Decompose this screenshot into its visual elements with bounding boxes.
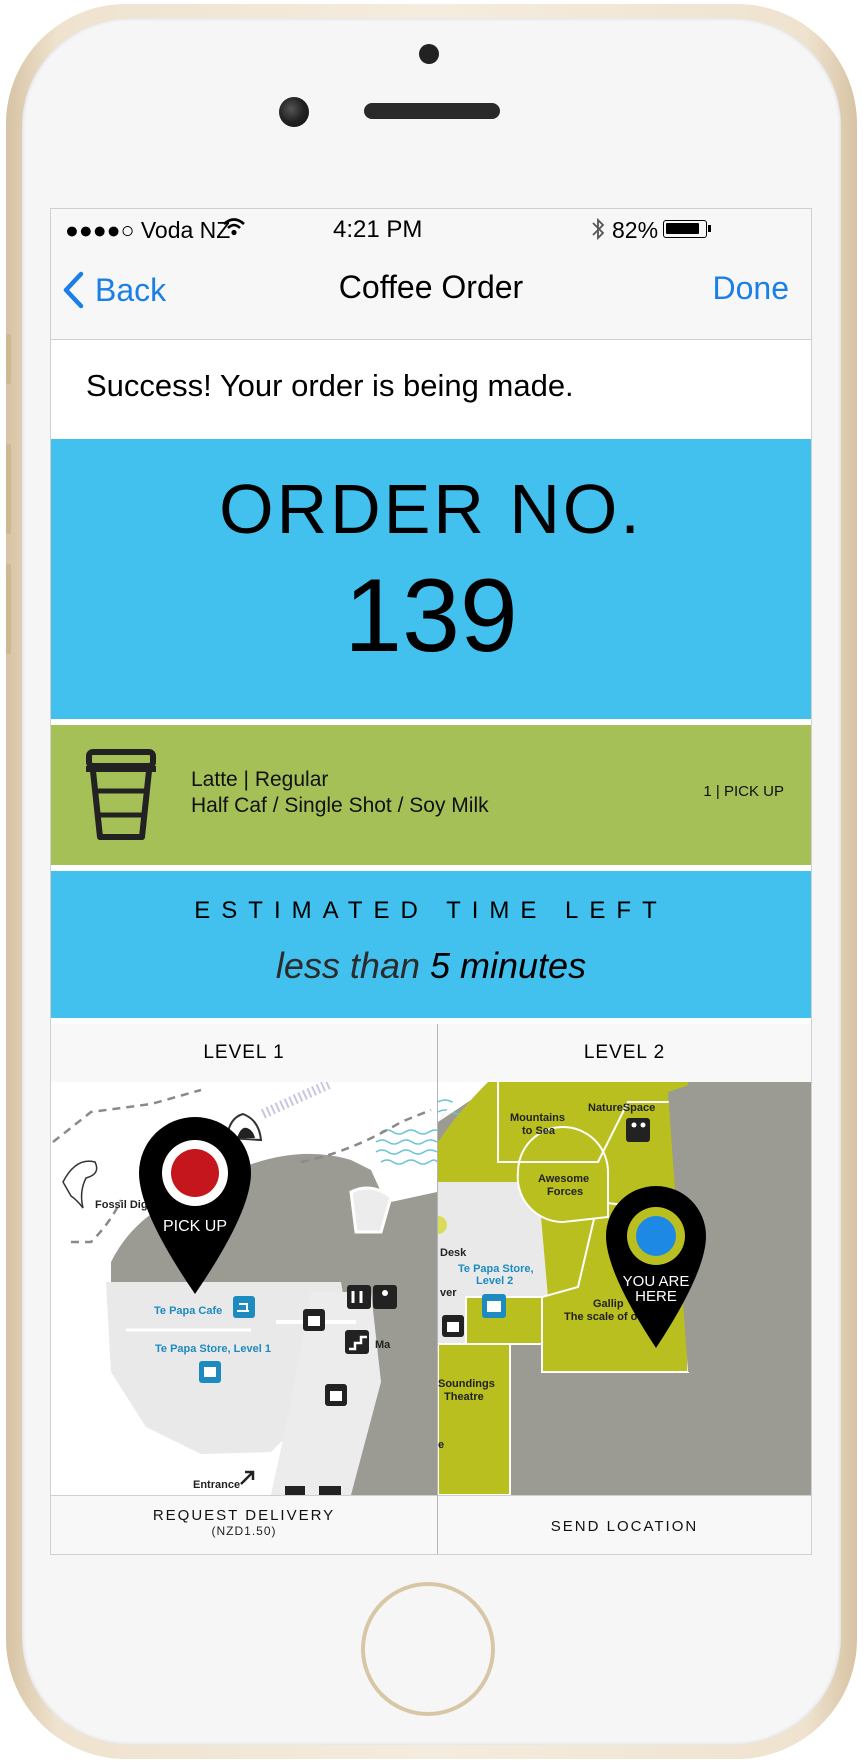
send-location-label: SEND LOCATION [550,1517,699,1535]
map-label-scale: The scale of o [564,1311,638,1323]
eta-label: ESTIMATED TIME LEFT [194,897,668,924]
action-divider [437,1495,438,1554]
baby-change-icon [373,1285,397,1309]
order-number: 139 [344,558,518,674]
eta-value: 5 minutes [430,945,587,986]
map-label-cafe: Te Papa Cafe [154,1305,222,1317]
level-2-map[interactable]: Mountains to Sea NatureSpace Awesome For… [438,1082,811,1495]
success-banner: Success! Your order is being made. [51,340,811,439]
navigation-bar: Back Coffee Order Done [51,249,811,340]
proximity-sensor [419,44,439,64]
wifi-icon [223,218,245,236]
level-tabs: LEVEL 1 LEVEL 2 [51,1024,811,1083]
success-message: Success! Your order is being made. [86,368,574,403]
delivery-price: (NZD1.50) [211,1524,277,1538]
side-button [6,444,11,534]
earpiece-speaker [364,103,500,119]
map-label-theatre: Theatre [444,1391,484,1403]
map-divider [437,1082,438,1495]
pickup-pin-label: PICK UP [163,1218,227,1235]
map-label-store-l1: Te Papa Store, Level 1 [155,1343,271,1355]
coffee-cup-icon [86,749,156,840]
tab-level-1[interactable]: LEVEL 1 [51,1024,437,1082]
status-bar: ●●●●○ Voda NZ 4:21 PM 82% [51,209,811,249]
eta-value-line: less than 5 minutes [51,945,811,987]
eta-panel: ESTIMATED TIME LEFT less than 5 minutes [51,871,811,1018]
map-label-ver: ver [440,1287,457,1299]
battery-icon [663,220,711,238]
battery-percent: 82% [612,217,659,243]
carrier-label: ●●●●○ Voda NZ [65,217,231,243]
level-1-map[interactable]: Fossil Dig Ca Te Papa Cafe Te Papa Store… [51,1082,437,1495]
cafe-icon [233,1296,255,1318]
order-label: ORDER NO. [219,470,643,548]
tab-level-1-label: LEVEL 1 [203,1042,285,1063]
eta-prefix: less than [275,945,430,986]
page-title: Coffee Order [338,269,524,305]
action-bar: REQUEST DELIVERY (NZD1.50) SEND LOCATION [51,1495,811,1554]
tab-level-2[interactable]: LEVEL 2 [438,1024,811,1082]
toilets-icon [347,1285,371,1309]
map-label-desk: Desk [440,1247,467,1259]
order-number-panel: ORDER NO. 139 [51,439,811,719]
request-delivery-button[interactable]: REQUEST DELIVERY (NZD1.50) [51,1496,437,1554]
museum-map: Fossil Dig Ca Te Papa Cafe Te Papa Store… [51,1082,811,1495]
map-label-e: e [438,1439,444,1451]
front-camera-icon [279,97,309,127]
map-label-naturespace: NatureSpace [588,1102,655,1114]
request-delivery-label: REQUEST DELIVERY [152,1507,336,1524]
map-label-store-l2-line1: Te Papa Store, [458,1263,534,1275]
tab-divider [437,1024,438,1082]
item-options: Half Caf / Single Shot / Soy Milk [191,794,489,817]
side-button [6,564,11,654]
map-label-gallipoli: Gallip [593,1298,624,1310]
map-label-fossil: Fossil Dig [95,1199,148,1211]
map-label-to-sea: to Sea [522,1125,556,1137]
family-icon [626,1118,650,1142]
home-button[interactable] [361,1582,495,1716]
map-label-entrance: Entrance [193,1479,240,1491]
bluetooth-icon [592,217,605,241]
map-label-soundings: Soundings [438,1378,495,1390]
tab-level-2-label: LEVEL 2 [583,1042,666,1063]
clock: 4:21 PM [333,216,423,243]
map-label-forces: Forces [547,1186,583,1198]
side-button [6,334,11,384]
map-label-awesome: Awesome [538,1173,589,1185]
app-screen: ●●●●○ Voda NZ 4:21 PM 82% Back Coffee Or… [50,208,812,1555]
map-label-mountains: Mountains [510,1112,565,1124]
map-label-ma-partial: Ma [375,1339,391,1351]
send-location-button[interactable]: SEND LOCATION [438,1496,811,1554]
item-meta: 1 | PICK UP [703,783,784,800]
item-name: Latte | Regular [191,768,329,791]
map-label-store-l2-line2: Level 2 [476,1275,513,1287]
you-pin-label-line2: HERE [635,1288,677,1305]
done-button[interactable]: Done [713,270,790,307]
order-item-row: Latte | Regular Half Caf / Single Shot /… [51,725,811,865]
